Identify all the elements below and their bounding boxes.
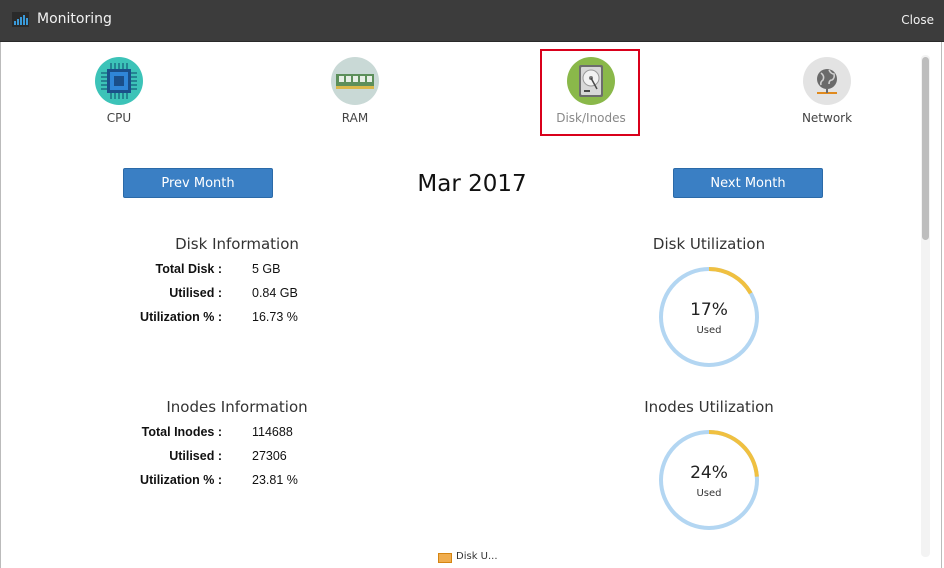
tab-cpu-label: CPU — [106, 111, 132, 125]
disk-util-used-label: Used — [696, 325, 722, 336]
current-month: Mar 2017 — [417, 171, 527, 197]
bar-chart-icon — [12, 12, 29, 27]
window-titlebar: Monitoring Close — [0, 0, 944, 42]
total-inodes-label: Total Inodes : — [141, 425, 222, 439]
inodes-util-title: Inodes Utilization — [644, 398, 774, 416]
disk-info-title: Disk Information — [175, 235, 299, 253]
tab-network[interactable]: Network — [777, 57, 877, 125]
inodes-utilised-value: 27306 — [252, 449, 287, 463]
total-disk-label: Total Disk : — [155, 262, 222, 276]
close-button[interactable]: Close — [901, 13, 934, 27]
disk-utilised-value: 0.84 GB — [252, 286, 298, 300]
total-disk-value: 5 GB — [252, 262, 281, 276]
disk-util-title: Disk Utilization — [652, 235, 766, 253]
inodes-utilization-value: 23.81 % — [252, 473, 298, 487]
total-inodes-value: 114688 — [252, 425, 293, 439]
inodes-util-percent: 24% — [690, 463, 728, 483]
window-title: Monitoring — [37, 11, 112, 27]
inodes-utilised-label: Utilised : — [169, 449, 222, 463]
inodes-info-title: Inodes Information — [166, 398, 308, 416]
inodes-util-used-label: Used — [696, 488, 722, 499]
disk-utilization-value: 16.73 % — [252, 310, 298, 324]
disk-utilization-label: Utilization % : — [140, 310, 222, 324]
legend-label: Disk U... — [456, 551, 498, 562]
globe-icon — [803, 57, 851, 105]
tab-ram-label: RAM — [341, 111, 369, 125]
prev-month-button[interactable]: Prev Month — [123, 168, 273, 198]
tab-ram[interactable]: RAM — [305, 57, 405, 125]
tab-network-label: Network — [801, 111, 853, 125]
active-tab-highlight — [540, 49, 640, 136]
tab-cpu[interactable]: CPU — [69, 57, 169, 125]
disk-util-percent: 17% — [690, 300, 728, 320]
inodes-utilization-label: Utilization % : — [140, 473, 222, 487]
next-month-button[interactable]: Next Month — [673, 168, 823, 198]
legend-swatch — [438, 553, 452, 563]
cpu-chip-icon — [95, 57, 143, 105]
ram-module-icon — [331, 57, 379, 105]
disk-utilised-label: Utilised : — [169, 286, 222, 300]
scrollbar-thumb[interactable] — [922, 57, 929, 240]
